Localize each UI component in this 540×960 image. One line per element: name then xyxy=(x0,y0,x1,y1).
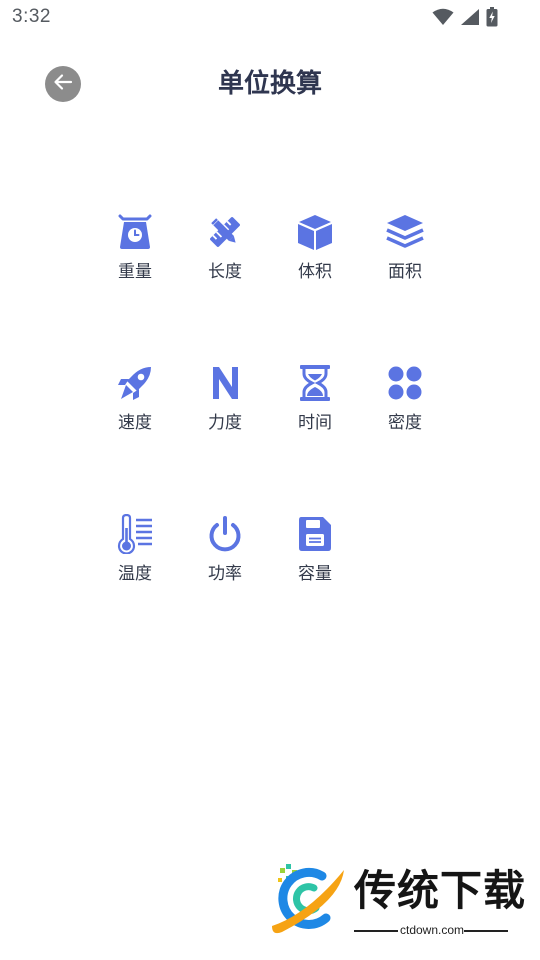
category-label: 长度 xyxy=(208,262,242,282)
category-length[interactable]: 长度 xyxy=(180,212,270,363)
wifi-icon xyxy=(432,8,454,26)
category-speed[interactable]: 速度 xyxy=(90,363,180,514)
watermark-brand: 传统下载 xyxy=(354,866,527,915)
category-time[interactable]: 时间 xyxy=(270,363,360,514)
status-icons xyxy=(432,7,498,27)
category-label: 功率 xyxy=(208,564,242,584)
battery-charging-icon xyxy=(486,7,498,27)
letter-n-icon xyxy=(205,363,245,403)
thermometer-icon xyxy=(115,514,155,554)
power-icon xyxy=(205,514,245,554)
page-title: 单位换算 xyxy=(217,69,322,99)
floppy-disk-icon xyxy=(295,514,335,554)
four-dots-icon xyxy=(385,363,425,403)
category-capacity[interactable]: 容量 xyxy=(270,514,360,665)
category-label: 温度 xyxy=(118,564,152,584)
category-power[interactable]: 功率 xyxy=(180,514,270,665)
cube-icon xyxy=(295,212,335,252)
category-label: 时间 xyxy=(298,413,332,433)
category-weight[interactable]: 重量 xyxy=(90,212,180,363)
back-button[interactable] xyxy=(45,66,81,102)
unit-category-grid: 重量 长度 体积 面积 速度 力度 时间 密度 温度 功率 容量 xyxy=(90,212,450,665)
category-label: 容量 xyxy=(298,564,332,584)
hourglass-icon xyxy=(295,363,335,403)
category-label: 密度 xyxy=(388,413,422,433)
category-volume[interactable]: 体积 xyxy=(270,212,360,363)
category-density[interactable]: 密度 xyxy=(360,363,450,514)
watermark-divider xyxy=(354,930,398,932)
ruler-pencil-icon xyxy=(205,212,245,252)
layers-icon xyxy=(385,212,425,252)
category-area[interactable]: 面积 xyxy=(360,212,450,363)
category-label: 体积 xyxy=(298,262,332,282)
status-time: 3:32 xyxy=(12,6,51,27)
category-label: 力度 xyxy=(208,413,242,433)
watermark-url: ctdown.com xyxy=(400,923,465,937)
category-label: 重量 xyxy=(118,262,152,282)
watermark-divider xyxy=(464,930,508,932)
signal-icon xyxy=(460,8,480,26)
scale-weight-icon xyxy=(115,212,155,252)
watermark: 传统下载 ctdown.com xyxy=(268,862,525,942)
rocket-icon xyxy=(115,363,155,403)
status-bar: 3:32 xyxy=(0,0,540,36)
category-label: 速度 xyxy=(118,413,152,433)
brand-logo-icon xyxy=(268,862,348,942)
category-force[interactable]: 力度 xyxy=(180,363,270,514)
arrow-left-icon xyxy=(52,71,74,97)
category-label: 面积 xyxy=(388,262,422,282)
category-temperature[interactable]: 温度 xyxy=(90,514,180,665)
